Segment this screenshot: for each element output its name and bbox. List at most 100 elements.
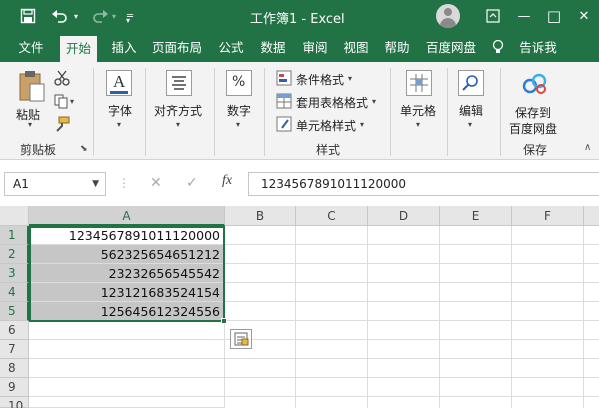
- alignment-dropdown-icon: ▾: [176, 120, 181, 129]
- column-header-a[interactable]: A: [29, 206, 225, 226]
- column-header-c[interactable]: C: [296, 206, 368, 226]
- column-header-b[interactable]: B: [225, 206, 296, 226]
- conditional-formatting-label: 条件格式: [296, 73, 345, 87]
- group-save-label: 保存: [523, 143, 548, 157]
- close-button[interactable]: ✕: [574, 6, 594, 26]
- font-icon: A: [106, 70, 132, 96]
- column-header-blank: [584, 206, 599, 226]
- avatar[interactable]: [436, 4, 460, 28]
- cell-a7[interactable]: [29, 340, 225, 359]
- maximize-button[interactable]: □: [544, 6, 564, 26]
- undo-icon[interactable]: [48, 6, 72, 26]
- row-header-5[interactable]: 5: [0, 302, 29, 321]
- formula-bar-splitter[interactable]: ⋮: [118, 176, 130, 190]
- conditional-formatting-button[interactable]: 条件格式 ▾: [276, 70, 376, 88]
- row-header-2[interactable]: 2: [0, 245, 29, 264]
- tab-data[interactable]: 数据: [259, 33, 287, 62]
- collapse-ribbon-icon[interactable]: ∧: [584, 142, 591, 153]
- enter-entry-button[interactable]: ✓: [186, 175, 198, 191]
- lightbulb-icon[interactable]: [490, 33, 506, 62]
- row-header-7[interactable]: 7: [0, 340, 29, 359]
- empty-cells-region[interactable]: [225, 226, 599, 408]
- font-label: 字体: [108, 104, 133, 118]
- tab-insert[interactable]: 插入: [110, 33, 138, 62]
- cell-a6[interactable]: [29, 321, 225, 340]
- cells-label: 单元格: [400, 104, 437, 118]
- paste-icon: [19, 71, 45, 102]
- fill-handle[interactable]: [221, 318, 227, 324]
- save-to-baidu-label-line1: 保存到: [515, 106, 552, 120]
- row-header-4[interactable]: 4: [0, 283, 29, 302]
- formula-value: 1234567891011120000: [261, 177, 407, 191]
- row-header-9[interactable]: 9: [0, 378, 29, 397]
- tab-formulas[interactable]: 公式: [217, 33, 245, 62]
- clipboard-launcher-icon[interactable]: ⬊: [80, 144, 88, 154]
- cell-a8[interactable]: [29, 359, 225, 378]
- tab-tell-me[interactable]: 告诉我: [518, 33, 558, 62]
- tab-home[interactable]: 开始: [60, 36, 98, 62]
- cells-button[interactable]: 单元格 ▾: [398, 68, 442, 132]
- column-header-f[interactable]: F: [512, 206, 584, 226]
- format-as-table-button[interactable]: 套用表格格式 ▾: [276, 93, 380, 111]
- cell-styles-button[interactable]: 单元格样式 ▾: [276, 116, 372, 134]
- group-clipboard-label: 剪贴板: [20, 143, 57, 157]
- column-header-e[interactable]: E: [440, 206, 512, 226]
- tab-review[interactable]: 审阅: [301, 33, 329, 62]
- alignment-label: 对齐方式: [154, 104, 203, 118]
- row-header-8[interactable]: 8: [0, 359, 29, 378]
- row-header-3[interactable]: 3: [0, 264, 29, 283]
- save-icon[interactable]: [18, 6, 38, 26]
- save-to-baidu-button[interactable]: 保存到 百度网盘: [506, 68, 564, 138]
- undo-dropdown-icon[interactable]: ▾: [72, 6, 80, 26]
- paste-button[interactable]: 粘贴 ▾: [14, 68, 50, 129]
- editing-dropdown-icon: ▾: [468, 120, 473, 129]
- quick-analysis-icon: [234, 332, 249, 346]
- formula-input[interactable]: 1234567891011120000: [248, 172, 599, 196]
- tab-view[interactable]: 视图: [342, 33, 370, 62]
- cell-a4[interactable]: 123121683524154: [29, 283, 225, 302]
- tab-help[interactable]: 帮助: [383, 33, 411, 62]
- redo-dropdown-icon[interactable]: ▾: [110, 6, 118, 26]
- alignment-icon: [166, 70, 192, 96]
- font-button[interactable]: A 字体 ▾: [102, 68, 138, 132]
- tab-file[interactable]: 文件: [16, 33, 46, 62]
- redo-icon[interactable]: [88, 6, 112, 26]
- column-header-d[interactable]: D: [368, 206, 440, 226]
- cell-a3[interactable]: 23232656545542: [29, 264, 225, 283]
- save-to-baidu-label-line2: 百度网盘: [509, 122, 558, 136]
- format-as-table-dropdown-icon: ▾: [372, 97, 377, 106]
- quick-analysis-button[interactable]: [230, 329, 252, 349]
- name-box-value: A1: [13, 177, 29, 191]
- name-box-dropdown-icon[interactable]: ▼: [92, 179, 99, 189]
- insert-function-button[interactable]: fx: [222, 173, 232, 189]
- alignment-button[interactable]: 对齐方式 ▾: [152, 68, 206, 132]
- copy-icon[interactable]: ▾: [54, 94, 76, 110]
- cell-a1[interactable]: 1234567891011120000: [29, 226, 225, 245]
- tab-baidu-netdisk[interactable]: 百度网盘: [424, 33, 478, 62]
- editing-label: 编辑: [459, 104, 484, 118]
- row-header-10[interactable]: 10: [0, 397, 29, 408]
- format-painter-icon[interactable]: [54, 116, 70, 132]
- paste-dropdown-icon: ▾: [28, 120, 33, 129]
- format-as-table-icon: [276, 93, 292, 109]
- minimize-button[interactable]: —: [514, 6, 534, 26]
- tab-page-layout[interactable]: 页面布局: [151, 33, 203, 62]
- ribbon-display-options-icon[interactable]: [484, 6, 502, 26]
- name-box[interactable]: A1 ▼: [4, 172, 106, 196]
- number-button[interactable]: % 数字 ▾: [222, 68, 256, 132]
- cells-dropdown-icon: ▾: [416, 120, 421, 129]
- row-header-1[interactable]: 1: [0, 226, 29, 245]
- cut-icon[interactable]: [54, 70, 70, 86]
- customize-quick-access-icon[interactable]: ═ ▾: [124, 6, 136, 26]
- window-title: 工作簿1 - Excel: [250, 12, 345, 27]
- format-as-table-label: 套用表格格式: [296, 96, 369, 110]
- percent-icon: %: [226, 70, 252, 96]
- cell-a10[interactable]: [29, 397, 225, 408]
- row-header-6[interactable]: 6: [0, 321, 29, 340]
- cell-a5[interactable]: 125645612324556: [29, 302, 225, 321]
- cell-a2[interactable]: 562325654651212: [29, 245, 225, 264]
- editing-button[interactable]: 编辑 ▾: [454, 68, 490, 132]
- cancel-entry-button[interactable]: ✕: [150, 175, 162, 191]
- select-all-button[interactable]: [0, 206, 29, 226]
- cell-a9[interactable]: [29, 378, 225, 397]
